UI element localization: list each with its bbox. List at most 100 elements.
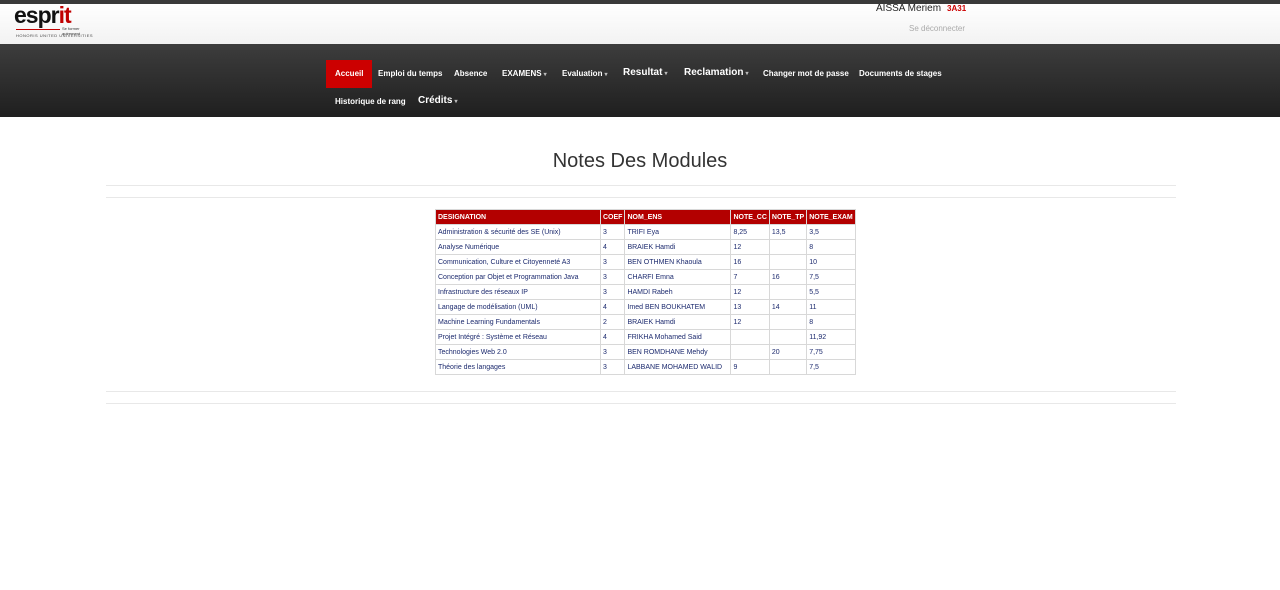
nav-credits-label: Crédits	[418, 95, 453, 106]
cell-note-tp: 16	[768, 269, 808, 285]
cell-designation: Technologies Web 2.0	[435, 344, 601, 360]
col-header-note-cc: NOTE_CC	[730, 209, 770, 225]
cell-note-cc: 12	[730, 284, 770, 300]
nav-absence[interactable]: Absence	[454, 60, 487, 88]
cell-coef: 4	[599, 239, 626, 255]
table-row: Langage de modélisation (UML) 4 Imed BEN B…	[435, 299, 856, 315]
table-row: Théorie des langages 3 LABBANE MOHAMED WAL…	[435, 359, 856, 375]
cell-note-cc: 13	[730, 299, 770, 315]
nav-changer-label: Changer mot de passe	[763, 69, 849, 78]
cell-note-exam: 8	[806, 239, 856, 255]
cell-note-tp: 13,5	[768, 224, 808, 240]
cell-coef: 2	[599, 314, 626, 330]
caret-down-icon: ▾	[604, 72, 608, 78]
nav-documents-de-stages[interactable]: Documents de stages	[859, 60, 942, 88]
table-row: Infrastructure des réseaux IP 3 HAMDI Rabe…	[435, 284, 856, 300]
cell-designation: Analyse Numérique	[435, 239, 601, 255]
table-row: Projet Intégré : Système et Réseau 4 FRIKH…	[435, 329, 856, 345]
nav-absence-label: Absence	[454, 69, 488, 78]
cell-designation: Théorie des langages	[435, 359, 601, 375]
cell-coef: 4	[599, 299, 626, 315]
nav-documents-label: Documents de stages	[859, 69, 942, 78]
cell-note-cc: 9	[730, 359, 770, 375]
cell-designation: Machine Learning Fundamentals	[435, 314, 601, 330]
cell-designation: Infrastructure des réseaux IP	[435, 284, 601, 300]
nav-examens-label: EXAMENS	[502, 69, 542, 78]
cell-designation: Langage de modélisation (UML)	[435, 299, 601, 315]
col-header-nom-ens: NOM_ENS	[624, 209, 732, 225]
cell-note-tp	[768, 329, 808, 345]
notes-table: DESIGNATION COEF NOM_ENS NOTE_CC NOTE_TP…	[435, 209, 856, 375]
cell-note-tp	[768, 284, 808, 300]
nav-emploi-du-temps[interactable]: Emploi du temps	[378, 60, 442, 88]
cell-designation: Conception par Objet et Programmation Ja…	[435, 269, 601, 285]
cell-coef: 3	[599, 359, 626, 375]
logo-divider	[16, 29, 60, 30]
col-header-designation: DESIGNATION	[435, 209, 601, 225]
header-bar: esprit Se former autrement HONORIS UNITE…	[0, 2, 1280, 45]
caret-down-icon: ▾	[745, 71, 749, 77]
cell-note-exam: 11,92	[806, 329, 856, 345]
cell-nom-ens: TRIFI Eya	[624, 224, 732, 240]
user-class-badge: 3A31	[947, 4, 967, 13]
cell-note-tp	[768, 314, 808, 330]
nav-emploi-label: Emploi du temps	[378, 69, 443, 78]
main-navbar: Accueil Emploi du temps Absence EXAMENS ▾…	[0, 44, 1280, 117]
col-header-note-exam: NOTE_EXAM	[806, 209, 856, 225]
divider	[106, 391, 1176, 392]
nav-historique-label: Historique de rang	[335, 97, 406, 106]
cell-note-exam: 7,5	[806, 359, 856, 375]
esprit-logo[interactable]: esprit Se former autrement HONORIS UNITE…	[12, 2, 98, 42]
divider	[106, 197, 1176, 198]
logo-subtitle: HONORIS UNITED UNIVERSITIES	[16, 33, 94, 38]
divider	[106, 403, 1176, 404]
cell-note-cc	[730, 344, 770, 360]
table-row: Machine Learning Fundamentals 2 BRAIEK Ham…	[435, 314, 856, 330]
nav-resultat-label: Resultat	[623, 67, 663, 78]
logout-link[interactable]: Se déconnecter	[909, 24, 965, 33]
table-row: Communication, Culture et Citoyenneté A3…	[435, 254, 856, 270]
cell-designation: Projet Intégré : Système et Réseau	[435, 329, 601, 345]
caret-down-icon: ▾	[664, 71, 668, 77]
cell-note-tp: 14	[768, 299, 808, 315]
cell-nom-ens: FRIKHA Mohamed Said	[624, 329, 732, 345]
cell-coef: 3	[599, 269, 626, 285]
cell-nom-ens: BEN OTHMEN Khaoula	[624, 254, 732, 270]
nav-examens[interactable]: EXAMENS ▾	[502, 60, 547, 88]
table-row: Technologies Web 2.0 3 BEN ROMDHANE Mehdy 2…	[435, 344, 856, 360]
nav-changer-mot-de-passe[interactable]: Changer mot de passe	[763, 60, 849, 88]
cell-coef: 3	[599, 344, 626, 360]
cell-nom-ens: BRAIEK Hamdi	[624, 239, 732, 255]
cell-note-cc: 7	[730, 269, 770, 285]
col-header-note-tp: NOTE_TP	[768, 209, 808, 225]
logo-wordmark: esprit	[14, 2, 72, 28]
cell-nom-ens: CHARFI Emna	[624, 269, 732, 285]
nav-reclamation[interactable]: Reclamation ▾	[684, 59, 748, 87]
cell-designation: Communication, Culture et Citoyenneté A3	[435, 254, 601, 270]
nav-evaluation[interactable]: Evaluation ▾	[562, 60, 607, 88]
cell-nom-ens: Imed BEN BOUKHATEM	[624, 299, 732, 315]
nav-historique-de-rang[interactable]: Historique de rang	[335, 88, 406, 116]
cell-note-exam: 7,5	[806, 269, 856, 285]
table-header-row: DESIGNATION COEF NOM_ENS NOTE_CC NOTE_TP…	[435, 209, 856, 225]
cell-note-cc: 16	[730, 254, 770, 270]
cell-nom-ens: LABBANE MOHAMED WALID	[624, 359, 732, 375]
cell-nom-ens: HAMDI Rabeh	[624, 284, 732, 300]
nav-evaluation-label: Evaluation	[562, 69, 603, 78]
nav-accueil-label: Accueil	[335, 69, 364, 78]
cell-note-tp	[768, 239, 808, 255]
divider	[106, 185, 1176, 186]
caret-down-icon: ▾	[543, 72, 547, 78]
nav-resultat[interactable]: Resultat ▾	[623, 59, 667, 87]
cell-nom-ens: BRAIEK Hamdi	[624, 314, 732, 330]
cell-nom-ens: BEN ROMDHANE Mehdy	[624, 344, 732, 360]
cell-note-exam: 3,5	[806, 224, 856, 240]
nav-credits[interactable]: Crédits ▾	[418, 87, 457, 115]
col-header-coef: COEF	[599, 209, 626, 225]
cell-coef: 3	[599, 254, 626, 270]
cell-note-exam: 11	[806, 299, 856, 315]
cell-note-cc	[730, 329, 770, 345]
nav-accueil[interactable]: Accueil	[326, 60, 373, 88]
cell-coef: 3	[599, 284, 626, 300]
cell-note-tp	[768, 254, 808, 270]
